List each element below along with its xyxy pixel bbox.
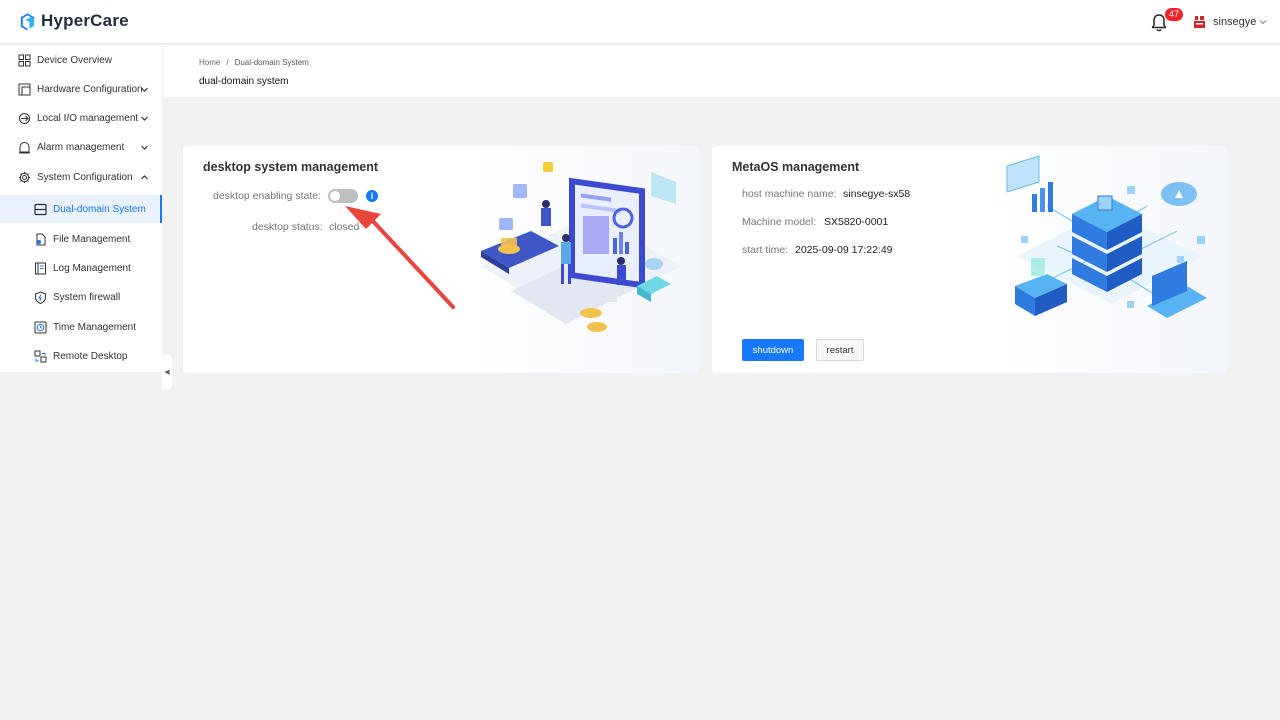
file-icon — [36, 233, 46, 245]
sidebar-item-label: Device Overview — [37, 54, 113, 66]
sidebar-item-hardware-configuration[interactable]: Hardware Configuration — [0, 75, 162, 103]
card-title: MetaOS management — [732, 160, 860, 174]
sidebar-item-time-management[interactable]: Time Management — [0, 313, 162, 341]
machine-model-value: SX5820-0001 — [824, 216, 889, 228]
info-icon[interactable]: i — [366, 190, 378, 202]
host-machine-name-value: sinsegye-sx58 — [843, 188, 911, 200]
machine-model-label: Machine model: — [742, 216, 817, 228]
sidebar-item-label: Time Management — [53, 321, 136, 333]
card-title: desktop system management — [203, 160, 379, 174]
toggle-knob — [330, 191, 340, 201]
breadcrumb: Home / Dual-domain System — [199, 58, 309, 67]
page-title: dual-domain system — [199, 76, 289, 87]
log-icon — [35, 262, 46, 274]
notification-badge: 47 — [1165, 8, 1184, 21]
start-time-label: start time: — [742, 244, 789, 256]
sidebar-item-label: System firewall — [53, 291, 121, 303]
sidebar-item-remote-desktop[interactable]: Remote Desktop — [0, 342, 162, 370]
desktop-status-label: desktop status: — [252, 221, 323, 233]
io-icon — [19, 112, 30, 124]
app-name: HyperCare — [41, 11, 129, 30]
sidebar-item-file-management[interactable]: File Management — [0, 225, 162, 253]
metaos-card: MetaOS management host machine name: sin… — [712, 146, 1227, 373]
sidebar-item-alarm-management[interactable]: Alarm management — [0, 133, 162, 161]
shield-icon — [35, 290, 46, 304]
page-header: Home / Dual-domain System dual-domain sy… — [163, 45, 1280, 97]
sidebar-item-system-firewall[interactable]: System firewall — [0, 283, 162, 311]
hardware-icon — [18, 83, 31, 95]
chevron-up-icon — [141, 175, 148, 180]
chevron-down-icon — [141, 145, 148, 150]
breadcrumb-separator: / — [226, 58, 229, 67]
shutdown-button[interactable]: shutdown — [742, 339, 804, 361]
start-time-value: 2025-09-09 17:22:49 — [795, 244, 893, 256]
app-logo[interactable]: HyperCare — [18, 11, 129, 31]
chevron-down-icon[interactable] — [1258, 17, 1268, 27]
desktop-status-value: closed — [329, 221, 360, 233]
hypercare-logo-icon — [20, 13, 35, 31]
gear-icon — [19, 171, 30, 183]
username[interactable]: sinsegye — [1213, 16, 1256, 28]
grid-icon — [18, 54, 31, 66]
desktop-enable-toggle[interactable] — [328, 189, 358, 203]
sidebar-collapse-button[interactable]: ◀ — [162, 355, 172, 389]
sidebar-item-label: Local I/O management — [37, 112, 139, 124]
desktop-illustration-image — [471, 146, 699, 373]
alarm-icon — [19, 141, 30, 153]
breadcrumb-home[interactable]: Home — [199, 58, 220, 67]
sidebar-item-local-io[interactable]: Local I/O management — [0, 104, 162, 132]
sidebar-item-label: Log Management — [53, 262, 131, 274]
sidebar-item-label: Dual-domain System — [53, 203, 146, 215]
server-illustration-image — [997, 146, 1227, 373]
desktop-system-card: desktop system management desktop enabli… — [183, 146, 699, 373]
desktop-enabling-label: desktop enabling state: — [213, 190, 321, 202]
sidebar: Device Overview Hardware Configuration L… — [0, 45, 162, 372]
chevron-down-icon — [141, 116, 148, 121]
sidebar-item-label: System Configuration — [37, 171, 133, 183]
top-header: HyperCare 47 sinsegye — [0, 0, 1280, 44]
sidebar-item-label: Hardware Configuration — [37, 83, 143, 95]
sidebar-item-system-configuration[interactable]: System Configuration — [0, 163, 162, 191]
collapse-arrow-icon: ◀ — [164, 369, 170, 376]
dual-domain-icon — [34, 203, 47, 215]
breadcrumb-current: Dual-domain System — [234, 58, 309, 67]
sidebar-item-dual-domain-system[interactable]: Dual-domain System — [0, 195, 162, 223]
sidebar-item-label: File Management — [53, 233, 131, 245]
sidebar-item-label: Alarm management — [37, 141, 125, 153]
sidebar-item-log-management[interactable]: Log Management — [0, 254, 162, 282]
clock-icon — [34, 321, 47, 333]
restart-button[interactable]: restart — [816, 339, 864, 361]
avatar[interactable] — [1193, 15, 1206, 29]
chevron-down-icon — [141, 87, 148, 92]
sidebar-item-label: Remote Desktop — [53, 350, 128, 362]
sidebar-item-device-overview[interactable]: Device Overview — [0, 46, 162, 74]
remote-desktop-icon — [34, 350, 47, 362]
host-machine-name-label: host machine name: — [742, 188, 837, 200]
